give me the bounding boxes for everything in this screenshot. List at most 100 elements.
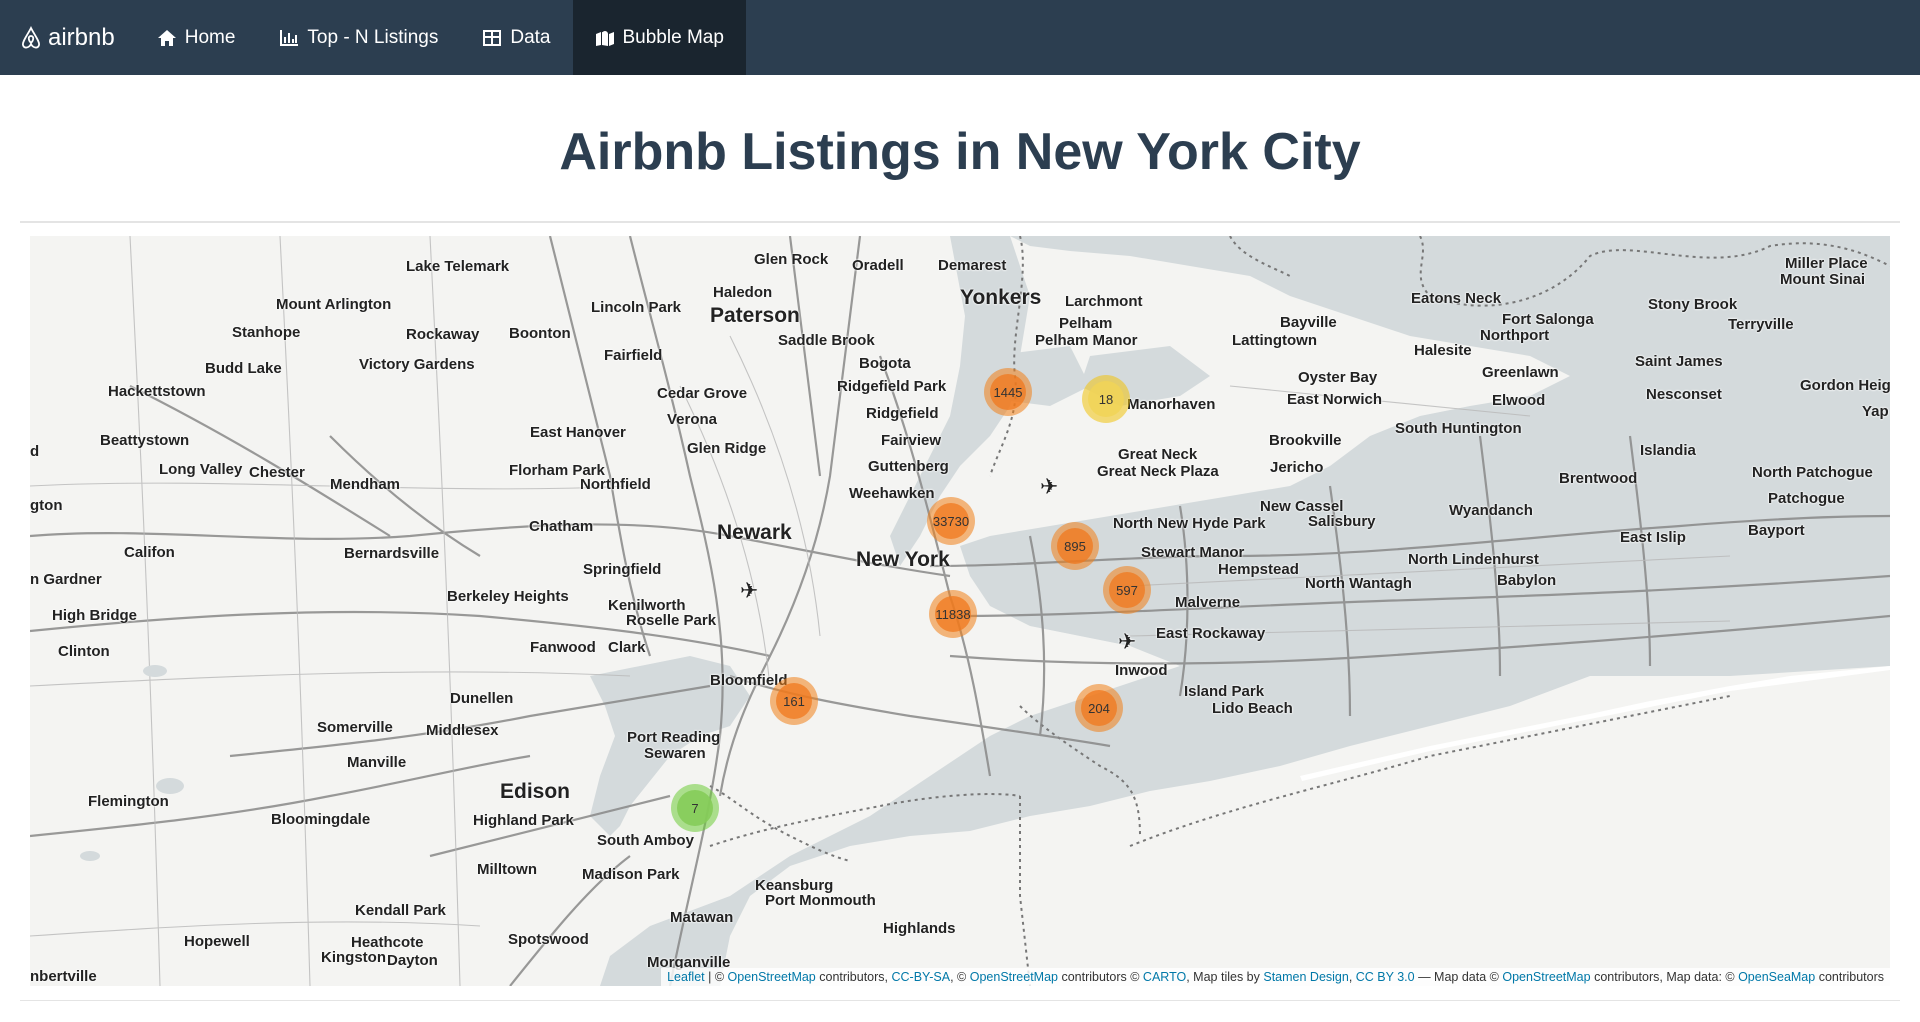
place-label: Oyster Bay (1298, 369, 1378, 386)
attribution-text: contributors (1815, 970, 1884, 984)
place-label: Lincoln Park (591, 299, 682, 316)
nav-data[interactable]: Data (460, 0, 572, 75)
place-label: Wyandanch (1449, 502, 1533, 519)
cc-by-sa-link[interactable]: CC-BY-SA (892, 970, 951, 984)
attribution-text: contributors, (815, 970, 892, 984)
airport-icon: ✈ (1118, 629, 1137, 654)
place-label: Elwood (1492, 392, 1546, 409)
carto-link[interactable]: CARTO (1143, 970, 1186, 984)
place-label: Great Neck (1118, 446, 1198, 463)
place-label: Inwood (1115, 662, 1168, 679)
place-label: nbertville (30, 968, 97, 985)
place-label: Bloomingdale (271, 811, 371, 828)
place-label: Glen Rock (754, 251, 829, 268)
place-label: n Gardner (30, 571, 102, 588)
place-label: Stony Brook (1648, 296, 1738, 313)
marker-cluster[interactable]: 895 (1051, 522, 1099, 570)
attribution-text: , © (950, 970, 970, 984)
place-label: Salisbury (1308, 513, 1376, 530)
map-attribution: Leaflet | © OpenStreetMap contributors, … (661, 968, 1890, 986)
place-label: Guttenberg (868, 458, 949, 475)
nav-top-n-listings[interactable]: Top - N Listings (257, 0, 460, 75)
place-label: Islandia (1640, 442, 1696, 459)
place-label: North Wantagh (1305, 575, 1412, 592)
place-label: Greenlawn (1482, 364, 1559, 381)
place-label: Lattingtown (1232, 332, 1317, 349)
place-label: Verona (667, 411, 718, 428)
place-label: Larchmont (1065, 293, 1143, 310)
place-label: South Huntington (1395, 420, 1522, 437)
place-label: Brookville (1269, 432, 1342, 449)
osm-link[interactable]: OpenStreetMap (728, 970, 816, 984)
airport-icon: ✈ (740, 578, 759, 603)
place-label: North New Hyde Park (1113, 515, 1266, 532)
place-label: East Islip (1620, 529, 1686, 546)
place-label: d (30, 443, 40, 460)
place-label: Paterson (710, 304, 800, 327)
navbar: airbnb Home Top - N Listings Data Bubble… (0, 0, 1920, 75)
place-label: South Amboy (597, 832, 694, 849)
place-label: North Lindenhurst (1408, 551, 1539, 568)
attribution-text: , Map tiles by (1186, 970, 1264, 984)
place-label: Stanhope (232, 324, 301, 341)
marker-cluster[interactable]: 204 (1075, 684, 1123, 732)
brand-label: airbnb (48, 23, 115, 51)
place-label: Brentwood (1559, 470, 1638, 487)
place-label: Fairfield (604, 347, 663, 364)
osm-link[interactable]: OpenStreetMap (1502, 970, 1590, 984)
place-label: Hempstead (1218, 561, 1299, 578)
openseamap-link[interactable]: OpenSeaMap (1738, 970, 1815, 984)
place-label: Matawan (670, 909, 734, 926)
brand-link[interactable]: airbnb (0, 0, 135, 75)
marker-cluster[interactable]: 161 (770, 677, 818, 725)
nav-home[interactable]: Home (135, 0, 258, 75)
place-label: Spotswood (508, 931, 589, 948)
nav-bubble-map[interactable]: Bubble Map (572, 0, 746, 75)
place-label: Dayton (387, 952, 438, 969)
divider-top (20, 221, 1900, 223)
marker-cluster[interactable]: 597 (1103, 566, 1151, 614)
place-label: Bogota (859, 355, 911, 372)
place-label: Oradell (852, 257, 904, 274)
marker-cluster[interactable]: 18 (1082, 375, 1130, 423)
cc-by-link[interactable]: CC BY 3.0 (1356, 970, 1415, 984)
marker-cluster[interactable]: 1445 (984, 368, 1032, 416)
place-label: Miller Place (1785, 255, 1868, 272)
place-label: High Bridge (52, 607, 137, 624)
nav-bubble-map-label: Bubble Map (622, 26, 724, 48)
place-label: Gordon Heigh (1800, 377, 1890, 394)
place-label: Bayville (1280, 314, 1337, 331)
place-label: Lake Telemark (406, 258, 510, 275)
marker-cluster[interactable]: 11838 (929, 590, 977, 638)
airport-icon: ✈ (1040, 474, 1059, 499)
osm-link[interactable]: OpenStreetMap (970, 970, 1058, 984)
place-label: Clark (608, 639, 646, 656)
leaflet-link[interactable]: Leaflet (667, 970, 705, 984)
place-label: Fort Salonga (1502, 311, 1594, 328)
place-label: Newark (717, 521, 792, 544)
marker-cluster[interactable]: 7 (671, 784, 719, 832)
place-label: Fanwood (530, 639, 596, 656)
place-label: Berkeley Heights (447, 588, 569, 605)
stamen-link[interactable]: Stamen Design (1263, 970, 1348, 984)
place-label: Haledon (713, 284, 773, 301)
place-label: Clinton (58, 643, 110, 660)
place-label: Chatham (529, 518, 594, 535)
place-label: Manville (347, 754, 407, 771)
map-container[interactable]: Lake Telemark Glen Rock Oradell Demarest… (30, 236, 1890, 986)
place-label: Island Park (1184, 683, 1265, 700)
place-label: Patchogue (1768, 490, 1845, 507)
place-label: East Hanover (530, 424, 626, 441)
place-label: Highlands (883, 920, 956, 937)
marker-cluster[interactable]: 33730 (927, 497, 975, 545)
home-icon (157, 29, 176, 46)
place-label: Bayport (1748, 522, 1805, 539)
place-label: Mount Arlington (276, 296, 392, 313)
place-label: Manorhaven (1127, 396, 1216, 413)
place-label: Sewaren (644, 745, 706, 762)
place-label: Terryville (1728, 316, 1794, 333)
place-label: Great Neck Plaza (1097, 463, 1219, 480)
place-label: Califon (124, 544, 175, 561)
place-label: Northfield (580, 476, 651, 493)
place-label: Jericho (1270, 459, 1324, 476)
